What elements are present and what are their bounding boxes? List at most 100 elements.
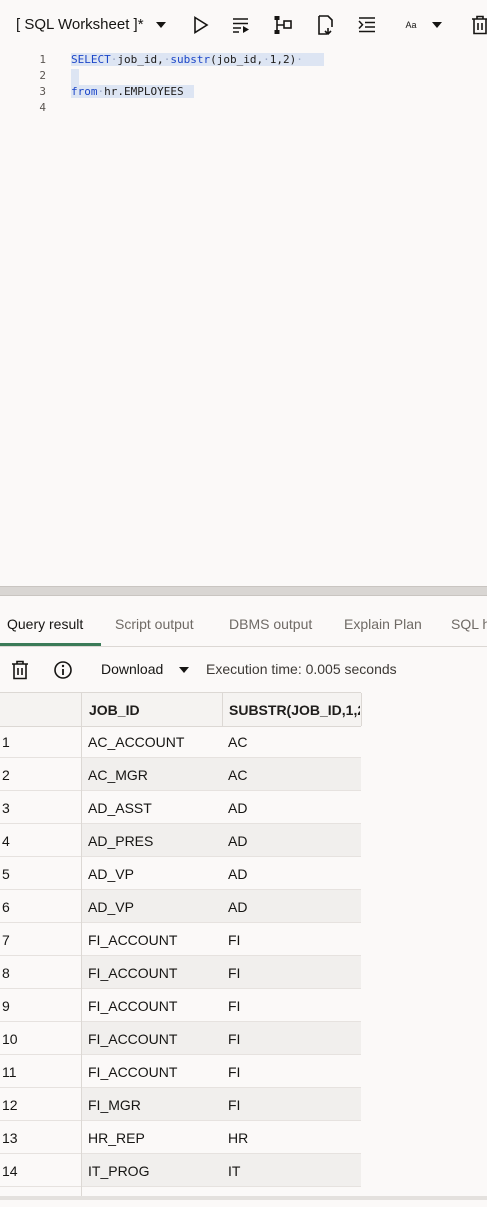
clear-results-trash-icon[interactable] — [7, 657, 33, 683]
cell-job-id[interactable]: AC_MGR — [88, 767, 148, 783]
table-row[interactable]: 6 AD_VP AD — [0, 890, 361, 923]
cell-job-id[interactable]: FI_ACCOUNT — [88, 1064, 177, 1080]
column-divider — [361, 693, 362, 726]
column-divider — [222, 693, 223, 726]
cell-substr[interactable]: AD — [228, 800, 247, 816]
table-row[interactable]: 9 FI_ACCOUNT FI — [0, 989, 361, 1022]
cell-substr[interactable]: FI — [228, 998, 240, 1014]
table-row[interactable]: 11 FI_ACCOUNT FI — [0, 1055, 361, 1088]
code-token: , — [276, 53, 283, 66]
cell-substr[interactable]: AD — [228, 899, 247, 915]
run-script-icon[interactable] — [228, 12, 254, 38]
code-line-3[interactable]: from·hr.EMPLOYEES — [71, 85, 194, 98]
cell-job-id[interactable]: AD_ASST — [88, 800, 152, 816]
download-caret-icon[interactable] — [171, 657, 197, 683]
row-number[interactable]: 7 — [0, 932, 82, 948]
cell-job-id[interactable]: FI_MGR — [88, 1097, 141, 1113]
cell-substr[interactable]: HR — [228, 1130, 248, 1146]
line-number: 3 — [39, 85, 46, 98]
tab-script-output[interactable]: Script output — [115, 616, 194, 632]
code-token: (job_id, — [210, 53, 264, 66]
table-row[interactable]: 1 AC_ACCOUNT AC — [0, 725, 361, 758]
cell-job-id[interactable]: AD_VP — [88, 899, 134, 915]
row-number[interactable]: 8 — [0, 965, 82, 981]
row-number[interactable]: 10 — [0, 1031, 82, 1047]
row-number[interactable]: 11 — [0, 1064, 82, 1080]
table-row[interactable]: 12 FI_MGR FI — [0, 1088, 361, 1121]
table-row[interactable]: 2 AC_MGR AC — [0, 758, 361, 791]
row-number[interactable]: 14 — [0, 1163, 82, 1179]
cell-substr[interactable]: FI — [228, 932, 240, 948]
code-line-2[interactable] — [71, 69, 79, 85]
row-number[interactable]: 2 — [0, 767, 82, 783]
tab-query-result[interactable]: Query result — [7, 616, 83, 632]
cell-substr[interactable]: IT — [228, 1163, 240, 1179]
function-substr: substr — [170, 53, 211, 66]
info-icon[interactable] — [50, 657, 76, 683]
table-row[interactable]: 7 FI_ACCOUNT FI — [0, 923, 361, 956]
cell-job-id[interactable]: FI_ACCOUNT — [88, 932, 177, 948]
cell-job-id[interactable]: AD_PRES — [88, 833, 153, 849]
cell-job-id[interactable]: AD_VP — [88, 866, 134, 882]
code-line-1[interactable]: SELECT·job_id,·substr(job_id,·1,2)· — [71, 53, 324, 66]
active-tab-indicator — [0, 643, 101, 646]
worksheet-title[interactable]: [ SQL Worksheet ]* — [16, 16, 144, 33]
row-divider — [0, 1186, 82, 1187]
table-row[interactable]: 8 FI_ACCOUNT FI — [0, 956, 361, 989]
table-row[interactable]: 14 IT_PROG IT — [0, 1154, 361, 1187]
table-row[interactable]: 4 AD_PRES AD — [0, 824, 361, 857]
row-number[interactable]: 13 — [0, 1130, 82, 1146]
cell-job-id[interactable]: FI_ACCOUNT — [88, 965, 177, 981]
row-number[interactable]: 9 — [0, 998, 82, 1014]
tab-dbms-output[interactable]: DBMS output — [229, 616, 312, 632]
tab-explain-plan[interactable]: Explain Plan — [344, 616, 422, 632]
clear-editor-trash-icon[interactable] — [467, 12, 487, 38]
cell-substr[interactable]: FI — [228, 965, 240, 981]
format-code-icon[interactable] — [354, 12, 380, 38]
keyword-from: from — [71, 85, 98, 98]
cell-substr[interactable]: FI — [228, 1064, 240, 1080]
run-statement-icon[interactable] — [188, 12, 214, 38]
cell-substr[interactable]: AC — [228, 767, 247, 783]
cell-job-id[interactable]: AC_ACCOUNT — [88, 734, 184, 750]
number-literal: 2 — [282, 53, 290, 66]
cell-job-id[interactable]: IT_PROG — [88, 1163, 149, 1179]
cell-substr[interactable]: FI — [228, 1031, 240, 1047]
cell-substr[interactable]: AD — [228, 866, 247, 882]
font-size-caret-icon[interactable] — [424, 12, 450, 38]
column-header-job-id[interactable]: JOB_ID — [89, 702, 140, 718]
cell-substr[interactable]: AD — [228, 833, 247, 849]
cell-job-id[interactable]: FI_ACCOUNT — [88, 998, 177, 1014]
table-row[interactable]: 5 AD_VP AD — [0, 857, 361, 890]
grid-header: JOB_ID SUBSTR(JOB_ID,1,2) — [0, 692, 362, 727]
sql-editor[interactable]: 1 2 3 4 SELECT·job_id,·substr(job_id,·1,… — [0, 48, 487, 586]
cell-substr[interactable]: AC — [228, 734, 247, 750]
table-row[interactable]: 3 AD_ASST AD — [0, 791, 361, 824]
table-row[interactable]: 13 HR_REP HR — [0, 1121, 361, 1154]
row-number[interactable]: 3 — [0, 800, 82, 816]
table-row[interactable]: 10 FI_ACCOUNT FI — [0, 1022, 361, 1055]
worksheet-toolbar: [ SQL Worksheet ]* Aa — [0, 0, 487, 48]
column-header-substr[interactable]: SUBSTR(JOB_ID,1,2) — [229, 702, 360, 718]
line-number: 1 — [39, 53, 46, 66]
cell-substr[interactable]: FI — [228, 1097, 240, 1113]
row-number[interactable]: 4 — [0, 833, 82, 849]
autotrace-icon[interactable] — [313, 12, 339, 38]
worksheet-menu-caret-icon[interactable] — [148, 12, 174, 38]
cell-job-id[interactable]: FI_ACCOUNT — [88, 1031, 177, 1047]
row-number[interactable]: 6 — [0, 899, 82, 915]
result-toolbar: Download Execution time: 0.005 seconds — [0, 650, 487, 690]
code-token: hr.EMPLOYEES — [104, 85, 184, 98]
panel-splitter[interactable] — [0, 586, 487, 596]
row-number[interactable]: 1 — [0, 734, 82, 750]
keyword-select: SELECT — [71, 53, 111, 66]
font-size-button[interactable]: Aa — [398, 12, 424, 38]
explain-plan-icon[interactable] — [270, 12, 296, 38]
row-number-divider — [81, 692, 82, 1197]
row-number[interactable]: 5 — [0, 866, 82, 882]
tab-sql-history[interactable]: SQL history — [451, 616, 487, 632]
row-number[interactable]: 12 — [0, 1097, 82, 1113]
download-button[interactable]: Download — [101, 661, 163, 677]
horizontal-scrollbar[interactable] — [0, 1196, 487, 1200]
cell-job-id[interactable]: HR_REP — [88, 1130, 145, 1146]
